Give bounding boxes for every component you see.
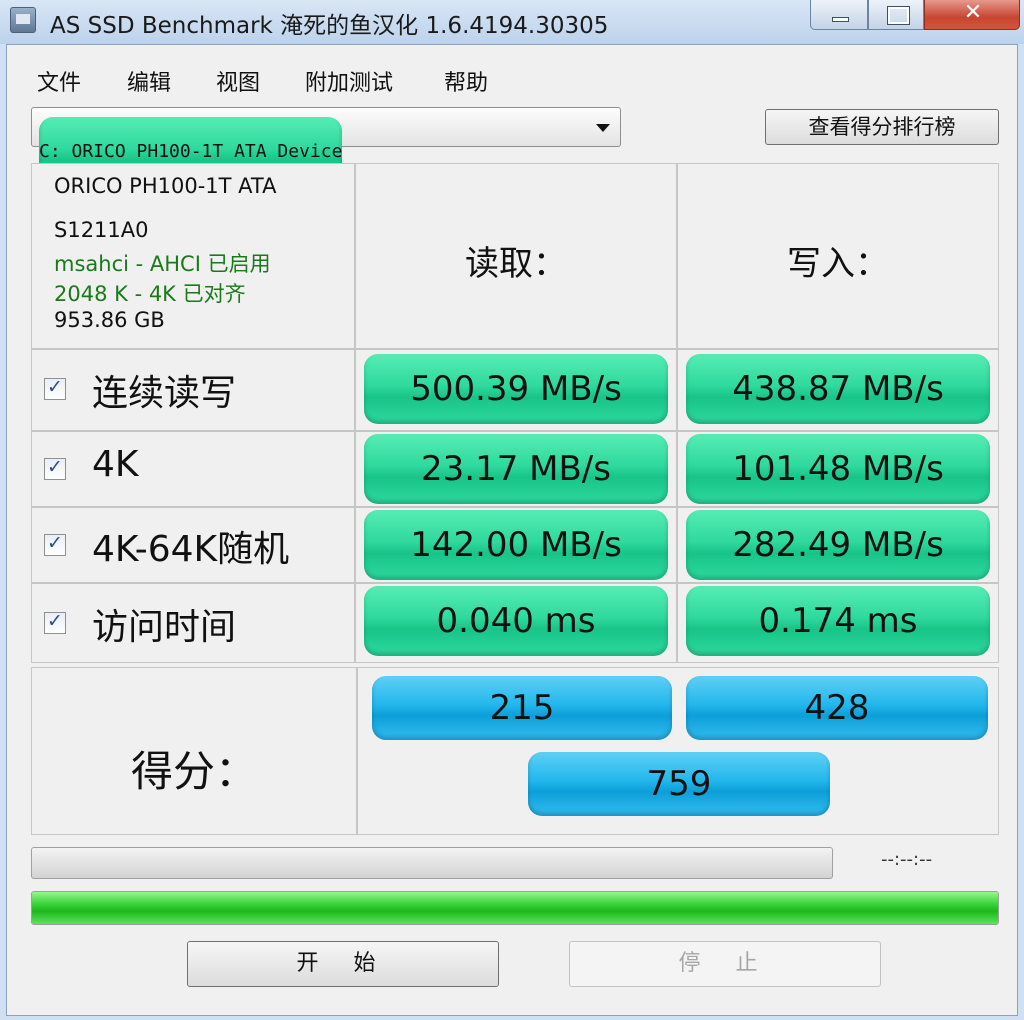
4k-read-value: 23.17 MB/s	[364, 434, 668, 504]
test-progress-bar	[31, 847, 833, 879]
chevron-down-icon[interactable]	[596, 124, 610, 132]
access-read-cell: 0.040 ms	[355, 583, 677, 663]
access-read-value: 0.040 ms	[364, 586, 668, 656]
read-score: 215	[372, 676, 672, 740]
stop-button[interactable]: 停 止	[569, 941, 881, 987]
score-label: 得分：	[130, 747, 257, 796]
drive-firmware: S1211A0	[54, 218, 149, 242]
app-icon	[10, 7, 36, 33]
menu-extra-tests[interactable]: 附加测试	[305, 65, 393, 97]
row-label: 连续读写	[92, 373, 237, 414]
4k-read-cell: 23.17 MB/s	[355, 431, 677, 507]
4k-write-value: 101.48 MB/s	[686, 434, 990, 504]
access-write-value: 0.174 ms	[686, 586, 990, 656]
seq-read-value: 500.39 MB/s	[364, 354, 668, 424]
maximize-button[interactable]	[868, 0, 924, 30]
drive-capacity: 953.86 GB	[54, 308, 165, 332]
write-header-cell: 写入：	[677, 163, 999, 349]
write-score: 428	[686, 676, 988, 740]
4k-checkbox[interactable]	[44, 456, 66, 480]
4k-64k-read-cell: 142.00 MB/s	[355, 507, 677, 583]
device-dropdown[interactable]: C: ORICO PH100-1T ATA Device	[31, 107, 621, 187]
4k-write-cell: 101.48 MB/s	[677, 431, 999, 507]
row-label: 访问时间	[92, 607, 237, 648]
row-seq: 连续读写	[31, 349, 355, 431]
row-4k-64k: 4K-64K随机	[31, 507, 355, 583]
row-label: 4K-64K随机	[92, 529, 290, 570]
benchmark-grid: ORICO PH100-1T ATA S1211A0 msahci - AHCI…	[31, 163, 999, 835]
close-icon: ✕	[963, 0, 983, 25]
view-ranking-button[interactable]: 查看得分排行榜	[765, 109, 999, 145]
start-button[interactable]: 开 始	[187, 941, 499, 987]
menu-help[interactable]: 帮助	[444, 65, 488, 97]
main-window: 文件 编辑 视图 附加测试 帮助 C: ORICO PH100-1T ATA D…	[6, 44, 1018, 1016]
seq-read-cell: 500.39 MB/s	[355, 349, 677, 431]
menu-file[interactable]: 文件	[37, 65, 81, 97]
4k-64k-checkbox[interactable]	[44, 532, 66, 556]
4k-64k-read-value: 142.00 MB/s	[364, 510, 668, 580]
menu-bar: 文件 编辑 视图 附加测试 帮助	[7, 45, 1017, 97]
seq-write-cell: 438.87 MB/s	[677, 349, 999, 431]
seq-write-value: 438.87 MB/s	[686, 354, 990, 424]
4k-64k-write-cell: 282.49 MB/s	[677, 507, 999, 583]
row-4k: 4K	[31, 431, 355, 507]
alignment-status: 2048 K - 4K 已对齐	[54, 282, 246, 306]
title-bar[interactable]: AS SSD Benchmark 淹死的鱼汉化 1.6.4194.30305 ✕	[0, 0, 1024, 44]
read-column-header: 读取：	[465, 244, 567, 284]
score-label-cell: 得分：	[31, 667, 357, 835]
read-header-cell: 读取：	[355, 163, 677, 349]
overall-progress-bar	[31, 891, 999, 925]
drive-model: ORICO PH100-1T ATA	[54, 174, 277, 198]
total-score: 759	[528, 752, 830, 816]
drive-info-panel: ORICO PH100-1T ATA S1211A0 msahci - AHCI…	[31, 163, 355, 349]
score-values-cell: 215 428 759	[357, 667, 999, 835]
4k-64k-write-value: 282.49 MB/s	[686, 510, 990, 580]
seq-checkbox[interactable]	[44, 376, 66, 400]
menu-edit[interactable]: 编辑	[127, 65, 171, 97]
access-write-cell: 0.174 ms	[677, 583, 999, 663]
driver-status: msahci - AHCI 已启用	[54, 252, 271, 276]
elapsed-timer: --:--:--	[881, 849, 933, 870]
close-button[interactable]: ✕	[924, 0, 1020, 30]
menu-view[interactable]: 视图	[216, 65, 260, 97]
write-column-header: 写入：	[787, 244, 889, 284]
minimize-button[interactable]	[810, 0, 868, 30]
overall-progress-fill	[32, 892, 998, 924]
access-time-checkbox[interactable]	[44, 610, 66, 634]
window-title: AS SSD Benchmark 淹死的鱼汉化 1.6.4194.30305	[50, 13, 609, 39]
row-label: 4K	[92, 444, 139, 485]
row-access-time: 访问时间	[31, 583, 355, 663]
